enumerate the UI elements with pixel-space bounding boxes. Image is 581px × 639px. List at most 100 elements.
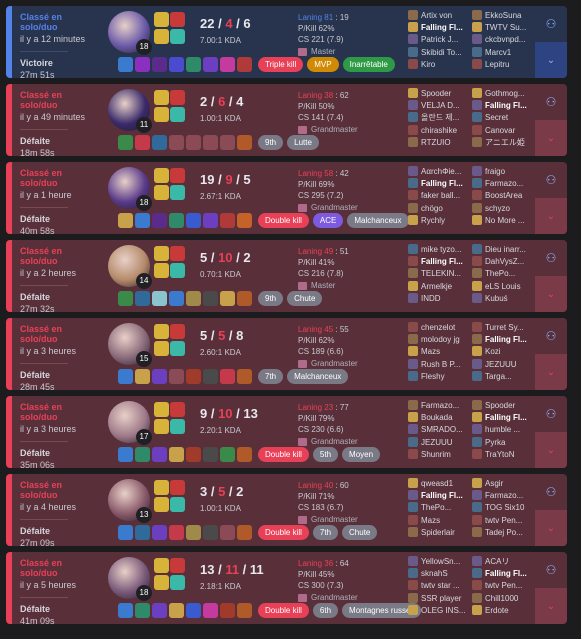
player-name[interactable]: Armelkje xyxy=(421,282,452,291)
team-player[interactable]: ckcbvnpd... xyxy=(472,34,534,46)
team-player[interactable]: Tadej Po... xyxy=(472,526,534,539)
item-icon[interactable] xyxy=(220,369,235,384)
rune-secondary-icon[interactable] xyxy=(170,263,185,278)
team-player[interactable]: eLS Louis xyxy=(472,280,534,293)
player-name[interactable]: qweasd1 xyxy=(421,479,453,488)
team-player[interactable]: YellowSn... xyxy=(408,556,470,568)
team-player[interactable]: Kozi xyxy=(472,346,534,358)
expand-button[interactable]: ⌄ xyxy=(535,432,567,468)
player-name[interactable]: Spiderlair xyxy=(421,528,455,537)
team-player[interactable]: twtv Pen... xyxy=(472,514,534,527)
player-name[interactable]: Marcv1 xyxy=(485,48,511,57)
player-name[interactable]: Patrick J... xyxy=(421,35,458,44)
item-icon[interactable] xyxy=(186,603,201,618)
player-name[interactable]: TELEKIN... xyxy=(421,269,461,278)
ignite-spell-icon[interactable] xyxy=(170,12,185,27)
team-player[interactable]: Falling Fl... xyxy=(408,490,470,502)
match-card[interactable]: Classé en solo/duo il y a 1 heure Défaite 4… xyxy=(6,162,567,234)
item-icon[interactable] xyxy=(237,135,252,150)
player-name[interactable]: No More ... xyxy=(485,216,525,225)
champion-portrait[interactable]: 15 xyxy=(108,323,152,367)
item-icon[interactable] xyxy=(169,525,184,540)
item-icon[interactable] xyxy=(203,525,218,540)
rune-secondary-icon[interactable] xyxy=(170,575,185,590)
ignite-spell-icon[interactable] xyxy=(170,480,185,495)
add-friend-icon[interactable]: ⚇ xyxy=(543,94,559,110)
team-player[interactable]: TOG Six10 xyxy=(472,502,534,514)
team-player[interactable]: アニエル姫 xyxy=(472,136,534,149)
item-icon[interactable] xyxy=(135,447,150,462)
team-player[interactable]: TraYtoN xyxy=(472,448,534,461)
player-name[interactable]: Mazs xyxy=(421,347,440,356)
item-icon[interactable] xyxy=(203,291,218,306)
champion-portrait[interactable]: 18 xyxy=(108,167,152,211)
player-name[interactable]: Farmazo... xyxy=(421,401,459,410)
expand-button[interactable]: ⌄ xyxy=(535,120,567,156)
rune-secondary-icon[interactable] xyxy=(170,497,185,512)
rune-primary-icon[interactable] xyxy=(154,185,169,200)
team-player[interactable]: Targa... xyxy=(472,370,534,383)
player-name[interactable]: Shunrim xyxy=(421,450,451,459)
item-icon[interactable] xyxy=(169,291,184,306)
rune-secondary-icon[interactable] xyxy=(170,341,185,356)
rune-secondary-icon[interactable] xyxy=(170,29,185,44)
item-icon[interactable] xyxy=(186,291,201,306)
item-icon[interactable] xyxy=(152,135,167,150)
team-player[interactable]: Artix von xyxy=(408,10,470,22)
team-player[interactable]: Falling Fl... xyxy=(472,568,534,580)
team-player[interactable]: Falling Fl... xyxy=(408,178,470,190)
player-name[interactable]: eLS Louis xyxy=(485,282,521,291)
expand-button[interactable]: ⌄ xyxy=(535,354,567,390)
team-player[interactable]: TELEKIN... xyxy=(408,268,470,280)
item-icon[interactable] xyxy=(135,135,150,150)
flash-spell-icon[interactable] xyxy=(154,90,169,105)
add-friend-icon[interactable]: ⚇ xyxy=(543,172,559,188)
player-name[interactable]: Rush B P... xyxy=(421,360,460,369)
item-icon[interactable] xyxy=(203,369,218,384)
player-name[interactable]: Pyrka xyxy=(485,438,505,447)
item-icon[interactable] xyxy=(135,603,150,618)
expand-button[interactable]: ⌄ xyxy=(535,510,567,546)
item-icon[interactable] xyxy=(237,291,252,306)
add-friend-icon[interactable]: ⚇ xyxy=(543,250,559,266)
team-player[interactable]: Falling Fl... xyxy=(472,412,534,424)
player-name[interactable]: JEZUUU xyxy=(485,360,517,369)
team-player[interactable]: TWTV Su... xyxy=(472,22,534,34)
team-player[interactable]: twtv Pen... xyxy=(472,580,534,592)
team-player[interactable]: fraigo xyxy=(472,166,534,178)
ignite-spell-icon[interactable] xyxy=(170,558,185,573)
player-name[interactable]: Spooder xyxy=(421,89,451,98)
player-name[interactable]: TraYtoN xyxy=(485,450,515,459)
item-icon[interactable] xyxy=(152,525,167,540)
match-card[interactable]: Classé en solo/duo il y a 49 minutes Défai… xyxy=(6,84,567,156)
rune-primary-icon[interactable] xyxy=(154,419,169,434)
rune-primary-icon[interactable] xyxy=(154,497,169,512)
team-player[interactable]: humble ... xyxy=(472,424,534,436)
flash-spell-icon[interactable] xyxy=(154,168,169,183)
item-icon[interactable] xyxy=(135,369,150,384)
player-name[interactable]: Rychly xyxy=(421,216,445,225)
team-player[interactable]: SSR player xyxy=(408,592,470,605)
player-name[interactable]: Secret xyxy=(485,113,508,122)
ignite-spell-icon[interactable] xyxy=(170,246,185,261)
team-player[interactable]: Farmazo... xyxy=(408,400,470,412)
match-card[interactable]: Classé en solo/duo il y a 3 heures Défaite… xyxy=(6,396,567,468)
player-name[interactable]: ThePo... xyxy=(485,269,515,278)
player-name[interactable]: Farmazo... xyxy=(485,179,523,188)
item-icon[interactable] xyxy=(152,291,167,306)
rune-primary-icon[interactable] xyxy=(154,29,169,44)
add-friend-icon[interactable]: ⚇ xyxy=(543,16,559,32)
player-name[interactable]: sknahS xyxy=(421,569,448,578)
ignite-spell-icon[interactable] xyxy=(170,402,185,417)
flash-spell-icon[interactable] xyxy=(154,480,169,495)
expand-button[interactable]: ⌄ xyxy=(535,42,567,78)
player-name[interactable]: Falling Fl... xyxy=(421,257,463,266)
item-icon[interactable] xyxy=(220,57,235,72)
team-player[interactable]: Gothmog... xyxy=(472,88,534,100)
item-icon[interactable] xyxy=(203,603,218,618)
player-name[interactable]: EkkoSuna xyxy=(485,11,521,20)
item-icon[interactable] xyxy=(186,447,201,462)
add-friend-icon[interactable]: ⚇ xyxy=(543,484,559,500)
player-name[interactable]: Turret Sy... xyxy=(485,323,524,332)
item-icon[interactable] xyxy=(237,213,252,228)
